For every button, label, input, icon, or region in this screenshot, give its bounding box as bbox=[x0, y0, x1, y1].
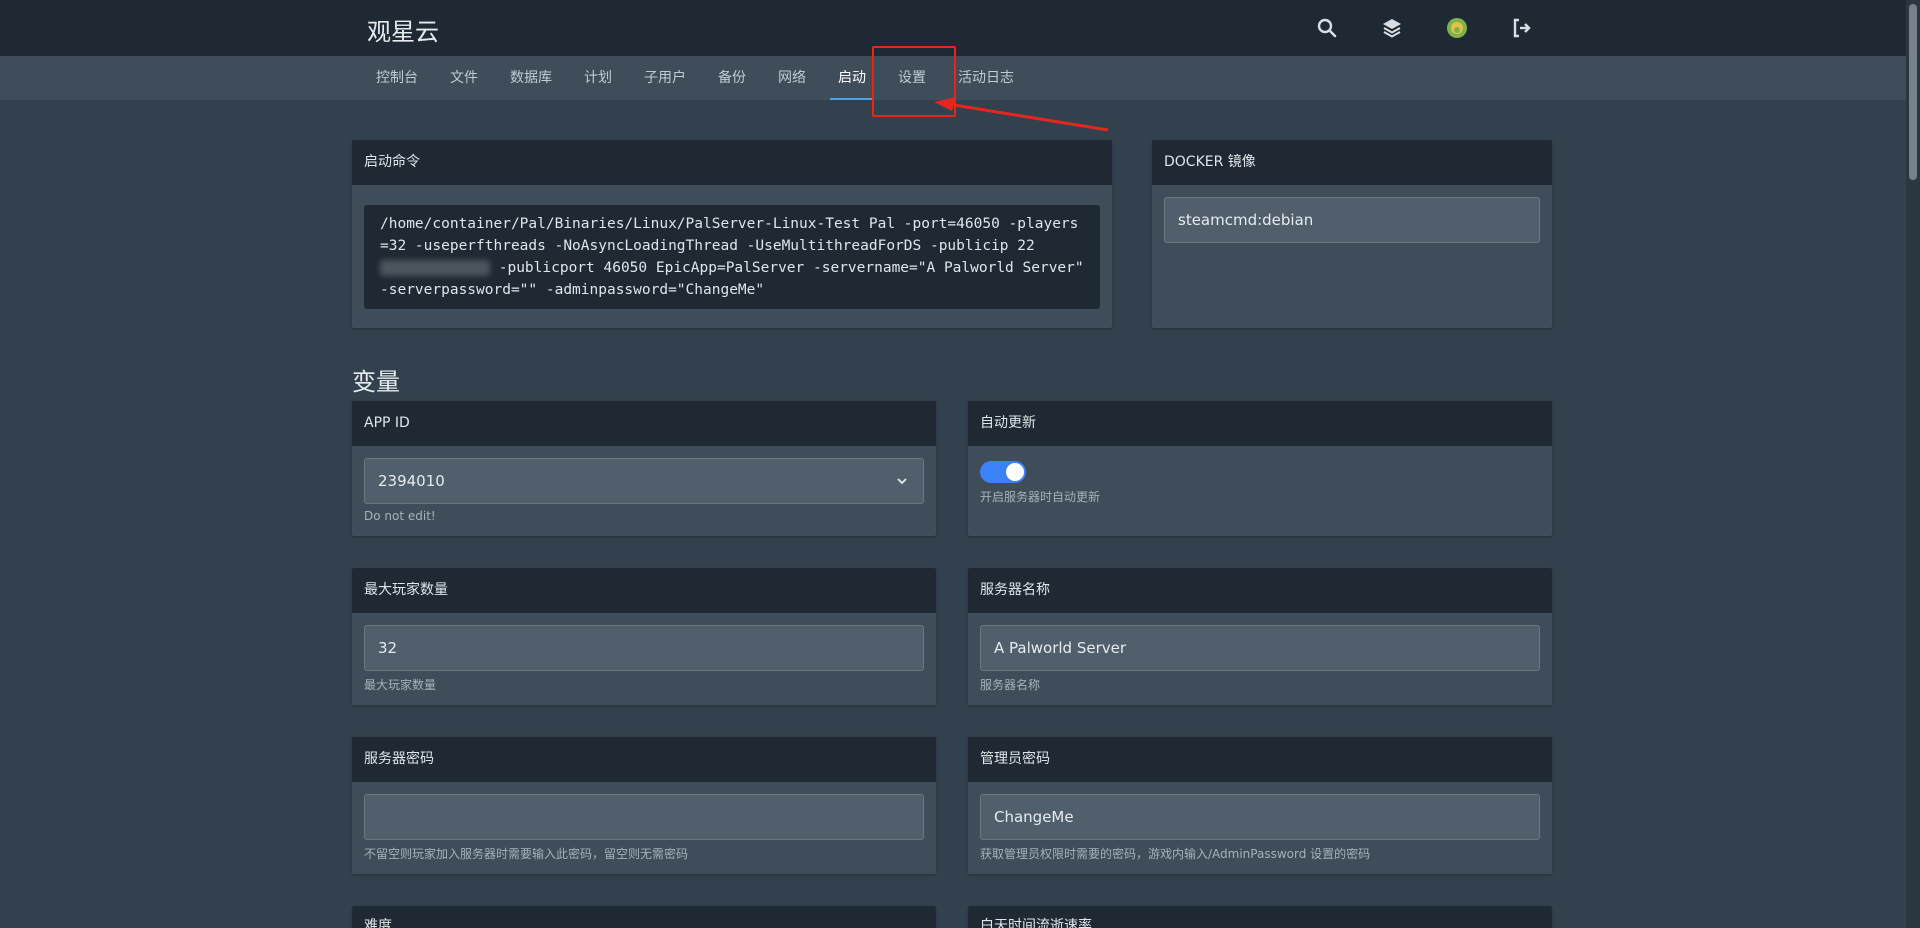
redacted-ip bbox=[380, 260, 490, 276]
sub-navigation: 控制台 文件 数据库 计划 子用户 备份 网络 启动 设置 活动日志 bbox=[0, 56, 1906, 100]
tab-databases[interactable]: 数据库 bbox=[494, 56, 568, 100]
tab-activity-log[interactable]: 活动日志 bbox=[942, 56, 1030, 100]
toggle-knob bbox=[1006, 463, 1024, 481]
tab-list: 控制台 文件 数据库 计划 子用户 备份 网络 启动 设置 活动日志 bbox=[360, 56, 1030, 100]
admin-password-input[interactable]: ChangeMe bbox=[980, 794, 1540, 840]
server-password-help: 不留空则玩家加入服务器时需要输入此密码，留空则无需密码 bbox=[364, 847, 689, 861]
app-id-select[interactable]: 2394010 bbox=[364, 458, 924, 504]
layers-icon[interactable] bbox=[1380, 16, 1404, 40]
server-password-card: 服务器密码 不留空则玩家加入服务器时需要输入此密码，留空则无需密码 bbox=[352, 737, 936, 874]
startup-command-card: 启动命令 /home/container/Pal/Binaries/Linux/… bbox=[352, 140, 1112, 328]
scrollbar-thumb[interactable] bbox=[1909, 4, 1917, 180]
docker-image-card: DOCKER 镜像 steamcmd:debian bbox=[1152, 140, 1552, 328]
brand-title[interactable]: 观星云 bbox=[367, 12, 439, 47]
tab-network[interactable]: 网络 bbox=[762, 56, 822, 100]
tab-files[interactable]: 文件 bbox=[434, 56, 494, 100]
avatar[interactable] bbox=[1445, 16, 1469, 40]
app-id-title: APP ID bbox=[352, 401, 936, 446]
tab-backups[interactable]: 备份 bbox=[702, 56, 762, 100]
auto-update-toggle[interactable] bbox=[980, 461, 1026, 483]
admin-password-card: 管理员密码 ChangeMe 获取管理员权限时需要的密码，游戏内输入/Admin… bbox=[968, 737, 1552, 874]
server-name-input[interactable]: A Palworld Server bbox=[980, 625, 1540, 671]
day-speed-card: 白天时间流逝速率 bbox=[968, 906, 1552, 928]
docker-image-title: DOCKER 镜像 bbox=[1152, 140, 1552, 185]
server-name-card: 服务器名称 A Palworld Server 服务器名称 bbox=[968, 568, 1552, 705]
startup-command-text: /home/container/Pal/Binaries/Linux/PalSe… bbox=[364, 205, 1100, 309]
auto-update-card: 自动更新 开启服务器时自动更新 bbox=[968, 401, 1552, 536]
app-id-help: Do not edit! bbox=[364, 509, 436, 523]
chevron-down-icon bbox=[897, 478, 907, 485]
max-players-title: 最大玩家数量 bbox=[352, 568, 936, 613]
server-password-title: 服务器密码 bbox=[352, 737, 936, 782]
tab-console[interactable]: 控制台 bbox=[360, 56, 434, 100]
logout-icon[interactable] bbox=[1510, 16, 1534, 40]
admin-password-help: 获取管理员权限时需要的密码，游戏内输入/AdminPassword 设置的密码 bbox=[980, 847, 1371, 861]
app-id-card: APP ID 2394010 Do not edit! bbox=[352, 401, 936, 536]
server-name-help: 服务器名称 bbox=[980, 678, 1041, 692]
auto-update-title: 自动更新 bbox=[968, 401, 1552, 446]
admin-password-title: 管理员密码 bbox=[968, 737, 1552, 782]
max-players-help: 最大玩家数量 bbox=[364, 678, 437, 692]
auto-update-help: 开启服务器时自动更新 bbox=[980, 490, 1101, 504]
top-icon-group bbox=[1300, 16, 1540, 40]
tab-subusers[interactable]: 子用户 bbox=[628, 56, 702, 100]
tab-schedules[interactable]: 计划 bbox=[568, 56, 628, 100]
page-scrollbar[interactable] bbox=[1906, 0, 1920, 928]
tab-startup[interactable]: 启动 bbox=[822, 56, 882, 100]
difficulty-title: 难度 bbox=[352, 906, 936, 928]
server-name-title: 服务器名称 bbox=[968, 568, 1552, 613]
difficulty-card: 难度 bbox=[352, 906, 936, 928]
annotation-arrow-icon bbox=[934, 97, 1109, 132]
top-bar: 观星云 bbox=[0, 0, 1906, 56]
tab-settings[interactable]: 设置 bbox=[882, 56, 942, 100]
max-players-input[interactable]: 32 bbox=[364, 625, 924, 671]
search-icon[interactable] bbox=[1315, 16, 1339, 40]
docker-image-field[interactable]: steamcmd:debian bbox=[1164, 197, 1540, 243]
day-speed-title: 白天时间流逝速率 bbox=[968, 906, 1552, 928]
max-players-card: 最大玩家数量 32 最大玩家数量 bbox=[352, 568, 936, 705]
startup-command-title: 启动命令 bbox=[352, 140, 1112, 185]
variables-heading: 变量 bbox=[352, 368, 400, 396]
server-password-input[interactable] bbox=[364, 794, 924, 840]
